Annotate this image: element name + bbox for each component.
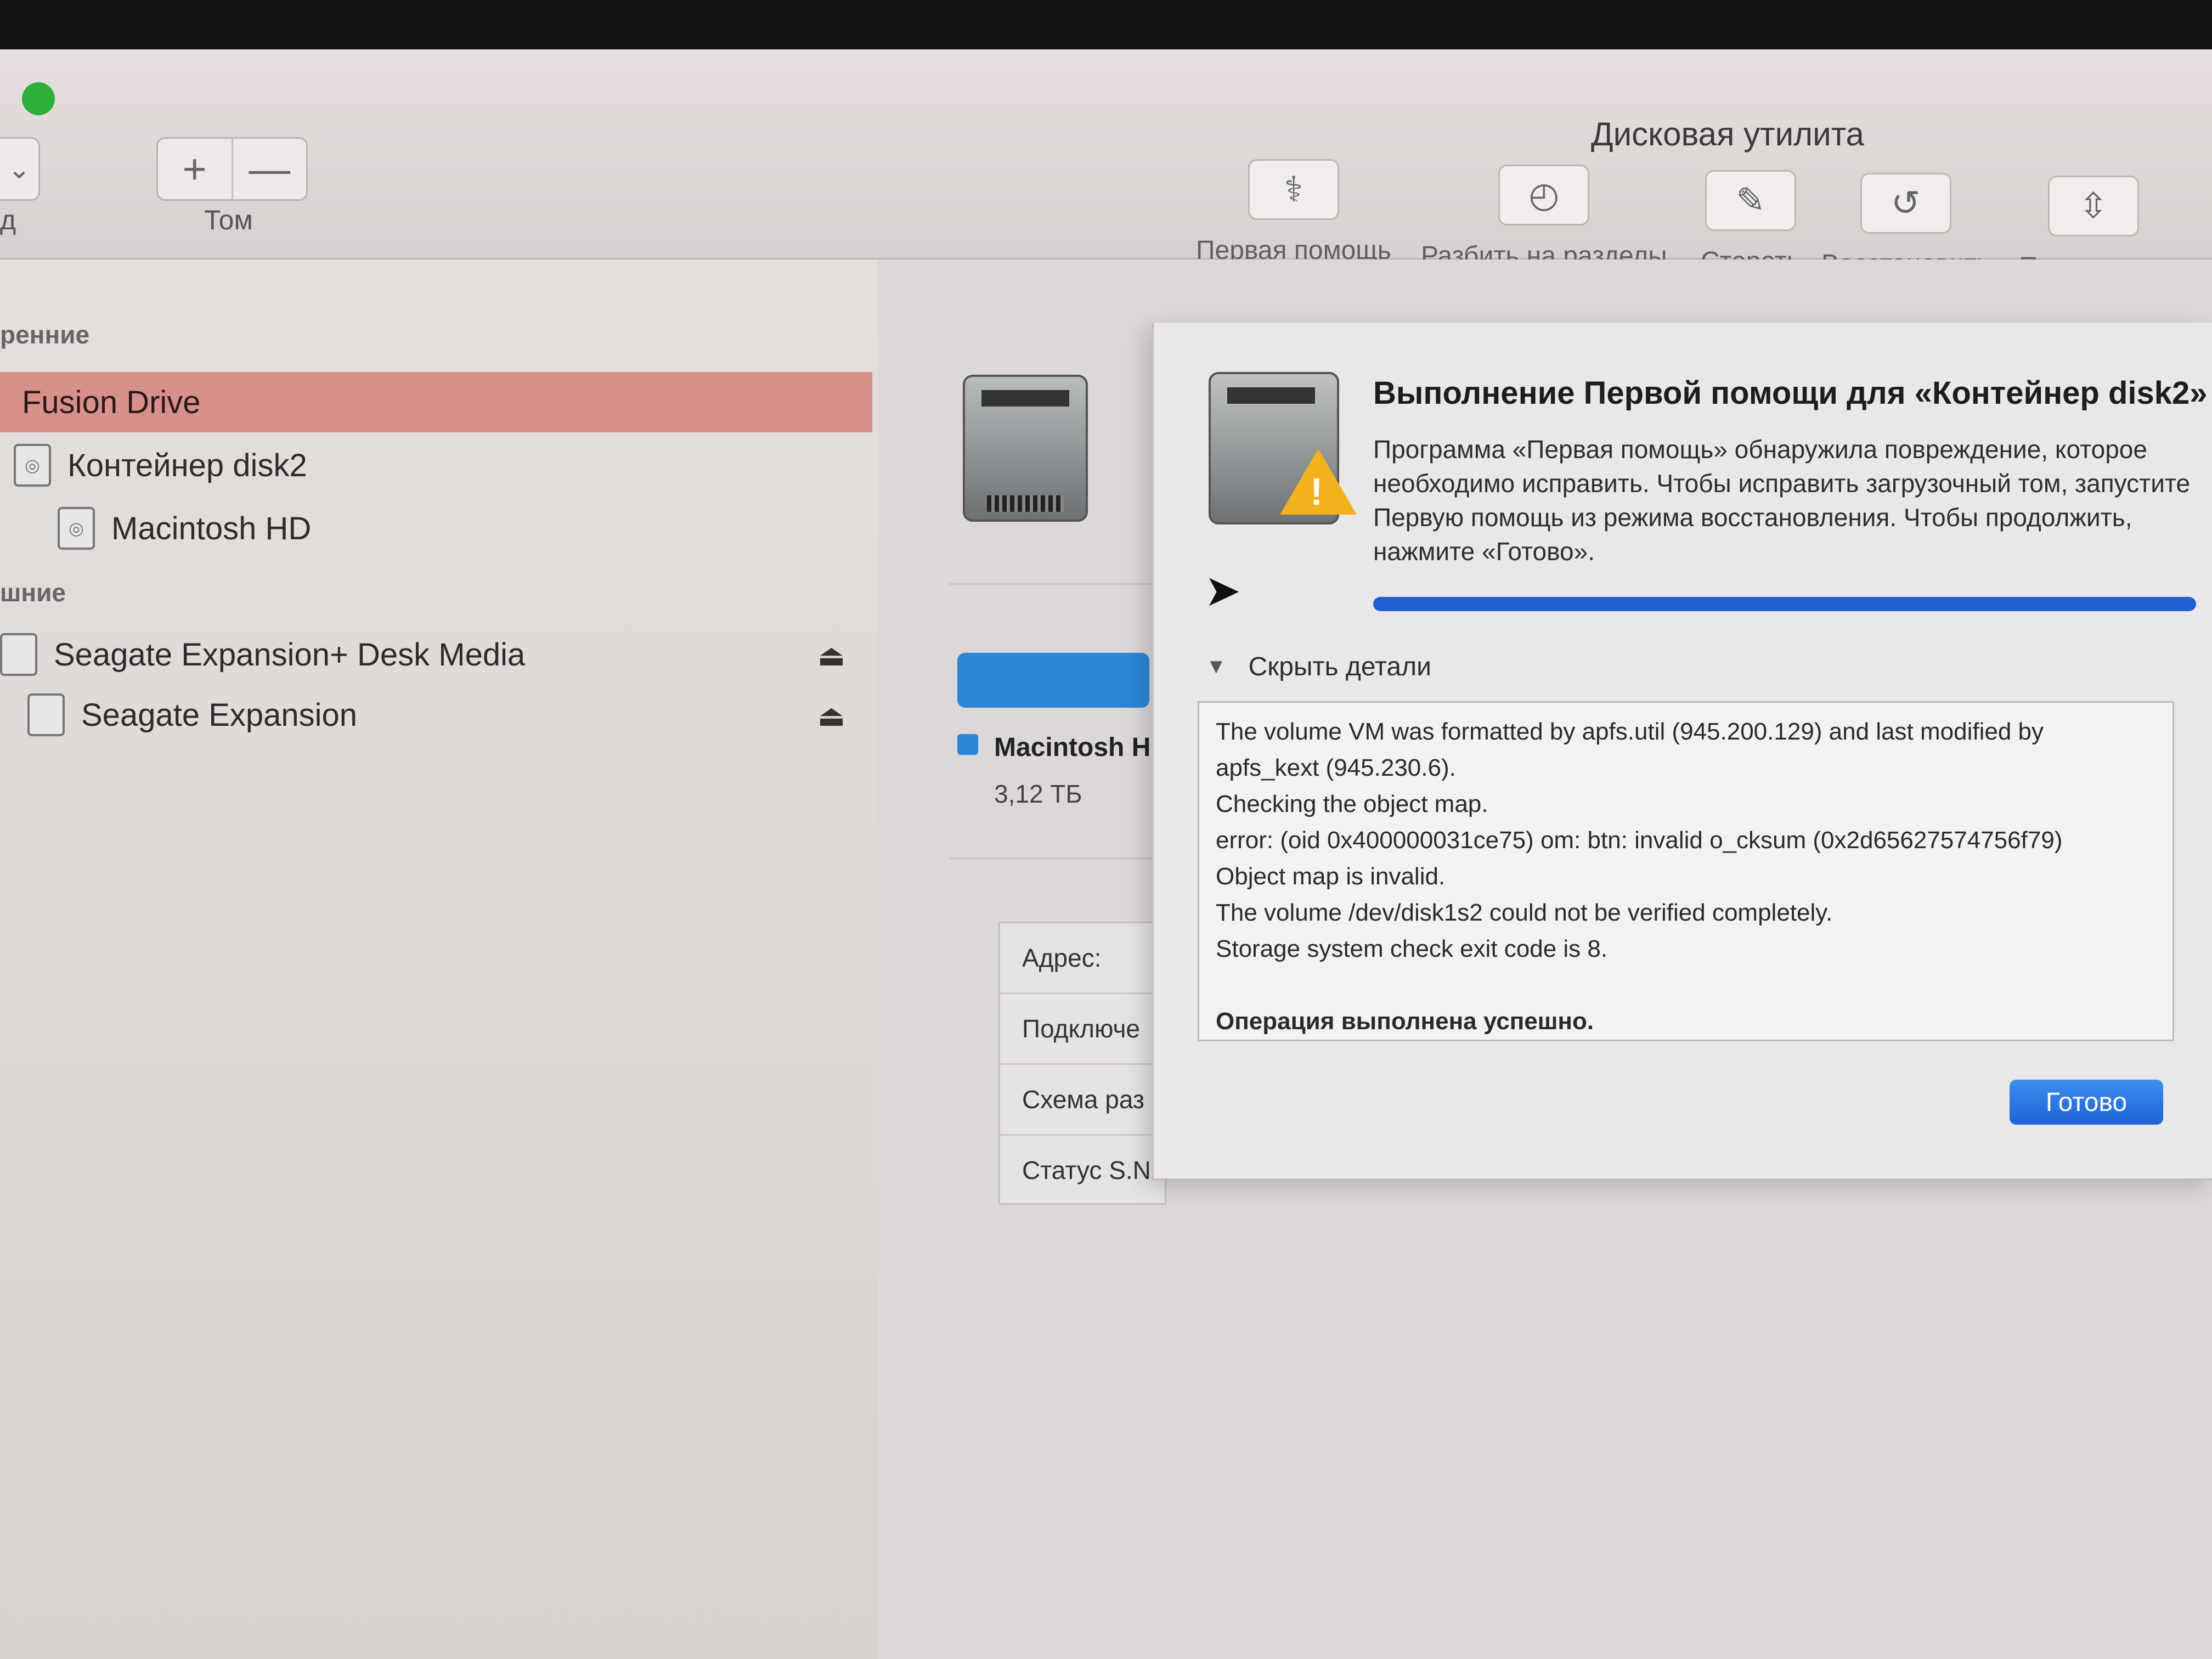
remove-volume-button[interactable]: — [231, 139, 307, 199]
hard-disk-icon [963, 375, 1088, 522]
external-disk-icon [0, 633, 37, 676]
eject-icon[interactable]: ⏏ [817, 698, 845, 733]
log-line: error: (oid 0x400000031ce75) om: btn: in… [1216, 827, 2063, 854]
log-line: Checking the object map. [1216, 791, 1488, 817]
volume-size: 3,12 ТБ [994, 780, 1082, 808]
sidebar-item-label: Контейнер disk2 [67, 447, 307, 483]
progress-bar [1373, 597, 2196, 611]
sidebar-section-internal: ренние [0, 320, 90, 349]
log-line: Storage system check exit code is 8. [1216, 935, 1608, 962]
log-line: The volume /dev/disk1s2 could not be ver… [1216, 899, 1833, 926]
usage-legend-swatch [957, 734, 978, 755]
first-aid-sheet: ! Выполнение Первой помощи для «Контейне… [1152, 323, 2212, 1180]
restore-icon: ↺ [1860, 173, 1951, 234]
hide-details-toggle[interactable]: ▼ Скрыть детали [1206, 652, 1431, 682]
monitor-bezel [0, 0, 2212, 49]
info-row-connection: Подключе [1000, 994, 1165, 1065]
volume-button-group: + — [156, 137, 308, 201]
mount-icon: ⇳ [2047, 176, 2139, 236]
external-disk-icon [27, 693, 65, 736]
volume-label: Том [204, 205, 253, 235]
sheet-title: Выполнение Первой помощи для «Контейнер … [1373, 375, 2208, 411]
view-label: д [0, 205, 16, 235]
info-row-scheme: Схема раз [1000, 1065, 1165, 1136]
chevron-down-icon: ⌄ [8, 154, 31, 184]
sidebar-item-fusion-drive[interactable]: Fusion Drive [0, 372, 872, 432]
sidebar-section-external: шние [0, 578, 66, 607]
sidebar-item-macintosh-hd[interactable]: ◎ Macintosh HD [58, 498, 311, 558]
hide-details-label: Скрыть детали [1248, 652, 1431, 681]
zoom-window-button[interactable] [22, 82, 55, 115]
log-line: apfs_kext (945.230.6). [1216, 754, 1456, 781]
log-line: Object map is invalid. [1216, 863, 1446, 890]
info-row-smart-status: Статус S.N [1000, 1136, 1165, 1203]
stethoscope-icon: ⚕ [1248, 159, 1339, 220]
sidebar-item-container-disk2[interactable]: ◎ Контейнер disk2 [14, 435, 307, 495]
divider [949, 857, 1169, 859]
sidebar-item-label: Seagate Expansion [81, 697, 358, 733]
sidebar: ренние Fusion Drive ◎ Контейнер disk2 ◎ … [0, 259, 878, 1659]
screen: ⌄ д + — Том Дисковая утилита ⚕ Первая по… [0, 0, 2212, 1659]
progress-fill [1373, 597, 2196, 611]
erase-disk-icon: ✎ [1705, 170, 1796, 231]
log-result: Операция выполнена успешно. [1216, 1008, 1594, 1035]
volume-name: Macintosh H [994, 733, 1151, 762]
divider [949, 583, 1169, 585]
eject-icon[interactable]: ⏏ [817, 638, 845, 673]
disk-icon: ◎ [14, 444, 51, 487]
pie-chart-icon: ◴ [1498, 165, 1590, 225]
sidebar-item-label: Macintosh HD [111, 510, 312, 546]
sidebar-item-label: Fusion Drive [22, 384, 201, 420]
disclosure-triangle-icon: ▼ [1206, 655, 1227, 678]
sidebar-item-label: Seagate Expansion+ Desk Media [54, 636, 526, 673]
mouse-pointer-icon: ➤ [1204, 566, 1242, 615]
sidebar-item-seagate-desk-media[interactable]: Seagate Expansion+ Desk Media [0, 624, 525, 685]
view-menu-button[interactable]: ⌄ [0, 137, 40, 201]
info-table: Адрес: Подключе Схема раз Статус S.N [998, 922, 1166, 1205]
disk-utility-window: ⌄ д + — Том Дисковая утилита ⚕ Первая по… [0, 49, 2212, 1659]
sheet-message: Программа «Первая помощь» обнаружила пов… [1373, 435, 2191, 566]
partition-button[interactable]: ◴ Разбить на разделы [1421, 165, 1667, 271]
add-volume-button[interactable]: + [158, 139, 232, 199]
info-row-address: Адрес: [1000, 923, 1165, 994]
toolbar: ⌄ д + — Том Дисковая утилита ⚕ Первая по… [0, 49, 2212, 281]
sidebar-item-seagate-expansion[interactable]: Seagate Expansion [27, 685, 357, 745]
first-aid-button[interactable]: ⚕ Первая помощь [1196, 159, 1391, 266]
disk-icon: ◎ [58, 507, 95, 550]
log-line: The volume VM was formatted by apfs.util… [1216, 718, 2044, 745]
warning-exclamation: ! [1310, 470, 1323, 513]
details-log[interactable]: The volume VM was formatted by apfs.util… [1198, 701, 2174, 1041]
storage-usage-bar [957, 653, 1149, 708]
window-title: Дисковая утилита [1591, 116, 1864, 153]
done-button[interactable]: Готово [2010, 1080, 2163, 1125]
